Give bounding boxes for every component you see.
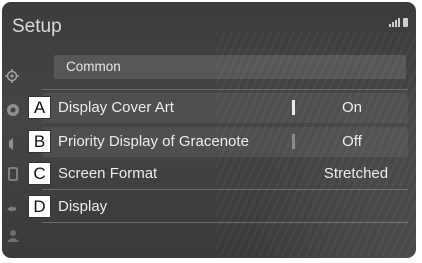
person-icon[interactable] — [4, 228, 20, 244]
value-divider — [292, 100, 295, 115]
setting-label: Display — [58, 198, 108, 215]
sidebar — [2, 62, 24, 258]
setting-row-priority-display-gracenote[interactable]: B Priority Display of Gracenote Off — [28, 127, 408, 157]
setting-row-display-cover-art[interactable]: A Display Cover Art On — [28, 93, 408, 123]
signal-strength-icon — [389, 18, 400, 27]
setting-value: Off — [342, 133, 362, 150]
setup-screen: Setup Common A Display Cover Art On B Pr… — [2, 2, 416, 258]
radio-icon[interactable] — [4, 102, 20, 118]
usb-icon[interactable] — [4, 200, 20, 216]
setting-row-display[interactable]: D Display — [28, 192, 408, 222]
screen: Setup Common A Display Cover Art On B Pr… — [0, 0, 422, 263]
setting-value: On — [341, 99, 362, 116]
setting-value: Stretched — [323, 165, 389, 182]
divider — [42, 189, 408, 190]
setting-label: Priority Display of Gracenote — [58, 133, 249, 150]
divider — [42, 222, 408, 223]
page-title: Setup — [12, 16, 62, 37]
divider — [42, 89, 408, 90]
callout-badge: B — [28, 130, 51, 153]
speaker-icon[interactable] — [4, 136, 20, 152]
setting-label: Display Cover Art — [58, 99, 174, 116]
status-bar — [389, 18, 408, 27]
section-header-common: Common — [54, 55, 406, 79]
callout-badge: A — [28, 96, 51, 119]
callout-badge: D — [28, 195, 51, 218]
setting-row-screen-format[interactable]: C Screen Format Stretched — [28, 159, 408, 189]
battery-icon — [403, 18, 408, 27]
settings-gear-icon[interactable] — [4, 68, 20, 84]
setting-label: Screen Format — [58, 165, 158, 182]
phone-icon[interactable] — [4, 166, 20, 182]
value-divider — [292, 134, 295, 149]
callout-badge: C — [28, 162, 51, 185]
